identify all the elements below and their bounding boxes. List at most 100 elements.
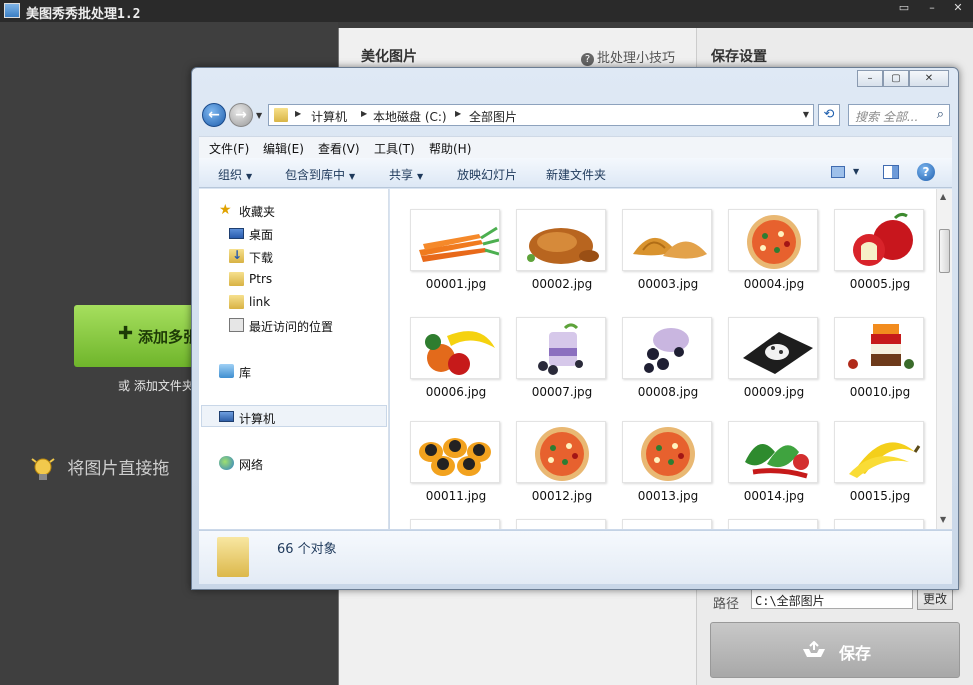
caret-down-icon: ▼ [246,172,253,181]
star-icon: ★ [219,202,232,218]
file-name: 00007.jpg [531,385,593,399]
address-bar[interactable]: ▶ 计算机 ▶ 本地磁盘 (C:) ▶ 全部图片 ▼ [268,104,814,126]
chevron-right-icon[interactable]: ▶ [295,109,301,118]
batch-tips-link[interactable]: ? 批处理小技巧 [581,47,675,66]
save-label: 保存 [839,644,872,663]
feedback-icon[interactable]: ▭ [897,1,911,15]
maximize-window-icon[interactable]: ▢ [883,70,909,87]
scroll-thumb[interactable] [939,229,950,273]
recent-places-icon [229,318,244,332]
file-thumbnail [834,317,924,379]
caret-down-icon: ▼ [417,172,424,181]
nav-item-label: 最近访问的位置 [249,320,334,334]
caret-down-icon: ▼ [349,172,356,181]
file-thumbnail [516,421,606,483]
library-icon [219,364,234,378]
share-label: 共享 [389,168,414,182]
vertical-scrollbar[interactable]: ▲ ▼ [936,189,952,529]
folder-icon [217,537,249,577]
view-options-icon[interactable] [831,166,845,178]
command-bar: 组织 ▼ 包含到库中 ▼ 共享 ▼ 放映幻灯片 新建文件夹 ▼ ? [199,158,952,188]
add-multiple-label: 添加多张 [138,328,199,346]
path-field[interactable]: C:\全部图片 [751,589,913,609]
file-thumbnail [516,317,606,379]
minimize-icon[interactable]: – [925,1,939,15]
search-placeholder: 搜索 全部... [855,110,919,124]
lightbulb-icon [31,457,55,480]
file-thumbnail [622,317,712,379]
menu-file[interactable]: 文件(F) [209,140,249,157]
organize-label: 组织 [218,168,243,182]
close-icon[interactable]: ✕ [951,1,965,15]
file-open-dialog: – ▢ ✕ ← → ▼ ▶ 计算机 ▶ 本地磁盘 (C:) ▶ 全部图片 ▼ ⟲… [191,67,959,590]
save-button[interactable]: 保存 [710,622,960,678]
menu-help[interactable]: 帮助(H) [429,140,471,157]
file-name: 00015.jpg [849,489,911,503]
search-input[interactable]: 搜索 全部... ⌕ [848,104,950,126]
refresh-icon[interactable]: ⟲ [818,104,840,126]
breadcrumb-item[interactable]: 本地磁盘 (C:) [373,108,447,125]
scroll-up-icon[interactable]: ▲ [940,192,946,201]
file-thumbnail [622,209,712,271]
beautify-title: 美化图片 [361,49,417,65]
menu-view[interactable]: 查看(V) [318,140,360,157]
search-icon[interactable]: ⌕ [937,107,944,122]
nav-item-label: Ptrs [249,272,273,286]
drag-hint: 将图片直接拖 [30,454,169,484]
plus-icon: ✚ [118,323,134,344]
folder-icon [274,108,288,122]
recent-pages-dropdown-icon[interactable]: ▼ [256,111,262,120]
back-arrow-icon[interactable]: ← [202,103,226,127]
nav-item-label: 桌面 [249,228,274,242]
forward-arrow-icon[interactable]: → [229,103,253,127]
item-count: 66 个对象 [277,542,337,557]
preview-pane-icon[interactable] [883,165,899,179]
nav-item-label: 收藏夹 [239,205,276,219]
minimize-window-icon[interactable]: – [857,70,883,87]
file-thumbnail [834,209,924,271]
nav-item-label: 库 [239,366,252,380]
file-thumbnail [622,519,712,529]
folder-icon [229,295,244,309]
add-folder-link[interactable]: 或 添加文件夹 [118,377,194,394]
folder-icon [229,272,244,286]
file-thumbnail [410,519,500,529]
organize-button[interactable]: 组织 ▼ [218,166,252,183]
save-icon [803,641,825,657]
close-window-icon[interactable]: ✕ [909,70,949,87]
include-library-button[interactable]: 包含到库中 ▼ [285,166,355,183]
file-thumbnail [622,421,712,483]
file-name: 00013.jpg [637,489,699,503]
file-thumbnail [728,317,818,379]
slideshow-button[interactable]: 放映幻灯片 [457,166,517,183]
drag-hint-text: 将图片直接拖 [67,459,170,479]
menu-edit[interactable]: 编辑(E) [263,140,304,157]
file-name: 00006.jpg [425,385,487,399]
app-logo-icon [4,3,20,18]
chevron-right-icon[interactable]: ▶ [361,109,367,118]
share-button[interactable]: 共享 ▼ [389,166,423,183]
new-folder-button[interactable]: 新建文件夹 [546,166,606,183]
file-thumbnail [516,519,606,529]
question-icon: ? [581,53,594,66]
nav-item-label: 下载 [249,251,274,265]
address-dropdown-icon[interactable]: ▼ [803,110,809,119]
breadcrumb-item[interactable]: 计算机 [311,108,347,125]
view-dropdown-icon[interactable]: ▼ [853,167,859,176]
change-path-button[interactable]: 更改 [917,588,953,610]
file-thumbnail [728,421,818,483]
file-name: 00003.jpg [637,277,699,291]
breadcrumb-item[interactable]: 全部图片 [469,108,517,125]
nav-item-label: 网络 [239,458,264,472]
file-name: 00011.jpg [425,489,487,503]
scroll-down-icon[interactable]: ▼ [940,515,946,524]
menu-tools[interactable]: 工具(T) [374,140,415,157]
file-thumbnail [728,209,818,271]
chevron-right-icon[interactable]: ▶ [455,109,461,118]
computer-icon [219,411,234,422]
help-icon[interactable]: ? [917,163,935,181]
file-name: 00012.jpg [531,489,593,503]
nav-item-label: link [249,295,271,309]
nav-item-label: 计算机 [239,412,276,426]
file-thumbnail [516,209,606,271]
